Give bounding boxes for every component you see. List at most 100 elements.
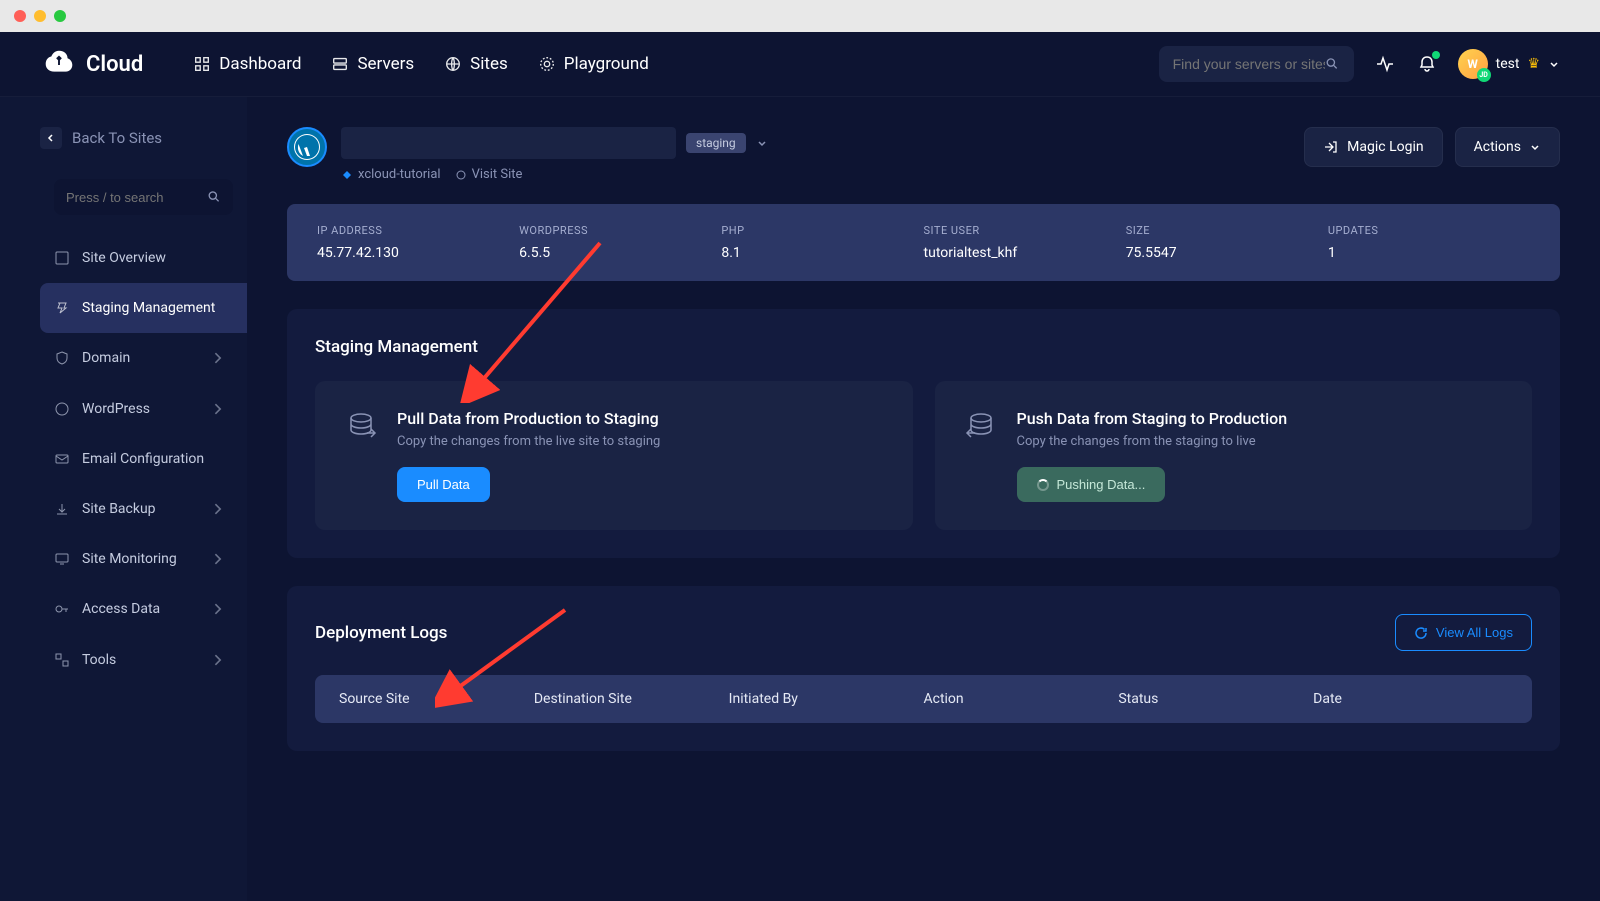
actions-button[interactable]: Actions [1455, 127, 1560, 167]
chevron-right-icon [209, 401, 225, 417]
activity-icon [1375, 54, 1395, 74]
global-search[interactable] [1159, 46, 1354, 82]
notification-indicator [1432, 51, 1440, 59]
visit-site-link[interactable]: Visit Site [455, 167, 523, 182]
cloud-logo-icon [40, 45, 78, 83]
stat-updates-label: UPDATES [1328, 224, 1530, 237]
push-card-title: Push Data from Staging to Production [1017, 409, 1288, 428]
stat-user-label: SITE USER [924, 224, 1126, 237]
servers-icon [331, 55, 349, 73]
sidebar-item-access[interactable]: Access Data [40, 584, 247, 634]
sidebar-item-email[interactable]: Email Configuration [40, 434, 247, 484]
stat-ip-label: IP ADDRESS [317, 224, 519, 237]
brand-name: Cloud [86, 52, 143, 77]
sidebar-item-monitoring[interactable]: Site Monitoring [40, 534, 247, 584]
sidebar-item-backup[interactable]: Site Backup [40, 484, 247, 534]
sidebar-item-overview[interactable]: Site Overview [40, 233, 247, 283]
push-card-desc: Copy the changes from the staging to liv… [1017, 434, 1288, 449]
col-initiated: Initiated By [729, 691, 924, 707]
chevron-right-icon [209, 652, 225, 668]
sidebar-search-input[interactable] [66, 190, 207, 205]
logs-panel-title: Deployment Logs [315, 623, 447, 643]
chevron-right-icon [209, 551, 225, 567]
stat-wp-value: 6.5.5 [519, 245, 721, 261]
col-status: Status [1118, 691, 1313, 707]
sidebar-search[interactable] [54, 179, 233, 215]
stat-wp-label: WORDPRESS [519, 224, 721, 237]
site-stats-bar: IP ADDRESS 45.77.42.130 WORDPRESS 6.5.5 PH… [287, 204, 1560, 281]
close-window-button[interactable] [14, 10, 26, 22]
staging-management-panel: Staging Management Pull Data from Produc… [287, 309, 1560, 558]
shield-icon [54, 350, 70, 366]
key-icon [54, 601, 70, 617]
stat-ip-value: 45.77.42.130 [317, 245, 519, 261]
notifications-button[interactable] [1416, 53, 1438, 75]
deployment-logs-panel: Deployment Logs View All Logs Source Sit… [287, 586, 1560, 751]
site-name-field[interactable] [341, 127, 676, 159]
col-action: Action [923, 691, 1118, 707]
dashboard-icon [193, 55, 211, 73]
staging-badge[interactable]: staging [686, 133, 746, 153]
stat-php-label: PHP [721, 224, 923, 237]
tools-icon [54, 652, 70, 668]
sidebar-item-tools[interactable]: Tools [40, 635, 247, 685]
chevron-down-icon[interactable] [756, 137, 768, 149]
crown-icon: ♛ [1527, 56, 1540, 72]
brand-logo[interactable]: Cloud [40, 45, 143, 83]
nav-sites[interactable]: Sites [444, 54, 508, 74]
main-content: staging xcloud-tutorial Visit Site Magic… [247, 97, 1600, 901]
globe-icon [444, 55, 462, 73]
push-data-card: Push Data from Staging to Production Cop… [935, 381, 1533, 530]
chevron-right-icon [209, 350, 225, 366]
maximize-window-button[interactable] [54, 10, 66, 22]
col-date: Date [1313, 691, 1508, 707]
magic-login-button[interactable]: Magic Login [1304, 127, 1442, 167]
wordpress-icon [54, 401, 70, 417]
chevron-left-icon [46, 133, 56, 143]
stat-updates-value: 1 [1328, 245, 1530, 261]
stat-php-value: 8.1 [721, 245, 923, 261]
top-navigation: Cloud Dashboard Servers Sites Playground [0, 32, 1600, 97]
user-avatar: WJD [1458, 49, 1488, 79]
login-icon [1323, 139, 1339, 155]
database-pull-icon [343, 409, 379, 445]
search-icon [207, 189, 222, 205]
view-all-logs-button[interactable]: View All Logs [1395, 614, 1532, 651]
email-icon [54, 451, 70, 467]
database-push-icon [963, 409, 999, 445]
playground-icon [538, 55, 556, 73]
pull-card-desc: Copy the changes from the live site to s… [397, 434, 660, 449]
window-titlebar [0, 0, 1600, 32]
minimize-window-button[interactable] [34, 10, 46, 22]
user-name: test [1496, 56, 1520, 72]
logs-table-header: Source Site Destination Site Initiated B… [315, 675, 1532, 723]
tag-icon [341, 169, 353, 181]
sidebar-item-wordpress[interactable]: WordPress [40, 384, 247, 434]
nav-playground[interactable]: Playground [538, 54, 649, 74]
site-tutorial-tag[interactable]: xcloud-tutorial [341, 167, 441, 182]
nav-servers[interactable]: Servers [331, 54, 414, 74]
col-destination: Destination Site [534, 691, 729, 707]
stat-size-label: SIZE [1126, 224, 1328, 237]
search-input[interactable] [1173, 56, 1325, 72]
stat-user-value: tutorialtest_khf [924, 245, 1126, 261]
sidebar-item-domain[interactable]: Domain [40, 333, 247, 383]
activity-button[interactable] [1374, 53, 1396, 75]
user-menu[interactable]: WJD test ♛ [1458, 49, 1560, 79]
nav-dashboard[interactable]: Dashboard [193, 54, 301, 74]
back-to-sites-link[interactable]: Back To Sites [40, 117, 247, 169]
refresh-icon [1414, 626, 1428, 640]
chevron-down-icon [1529, 141, 1541, 153]
monitoring-icon [54, 551, 70, 567]
col-source: Source Site [339, 691, 534, 707]
pull-data-button[interactable]: Pull Data [397, 467, 490, 502]
pull-data-card: Pull Data from Production to Staging Cop… [315, 381, 913, 530]
stat-size-value: 75.5547 [1126, 245, 1328, 261]
chevron-right-icon [209, 501, 225, 517]
sidebar-item-staging[interactable]: Staging Management [40, 283, 247, 333]
overview-icon [54, 250, 70, 266]
chevron-down-icon [1548, 58, 1560, 70]
chevron-right-icon [209, 601, 225, 617]
sidebar: Back To Sites Site Overview Staging Mana… [0, 97, 247, 901]
spinner-icon [1037, 479, 1049, 491]
